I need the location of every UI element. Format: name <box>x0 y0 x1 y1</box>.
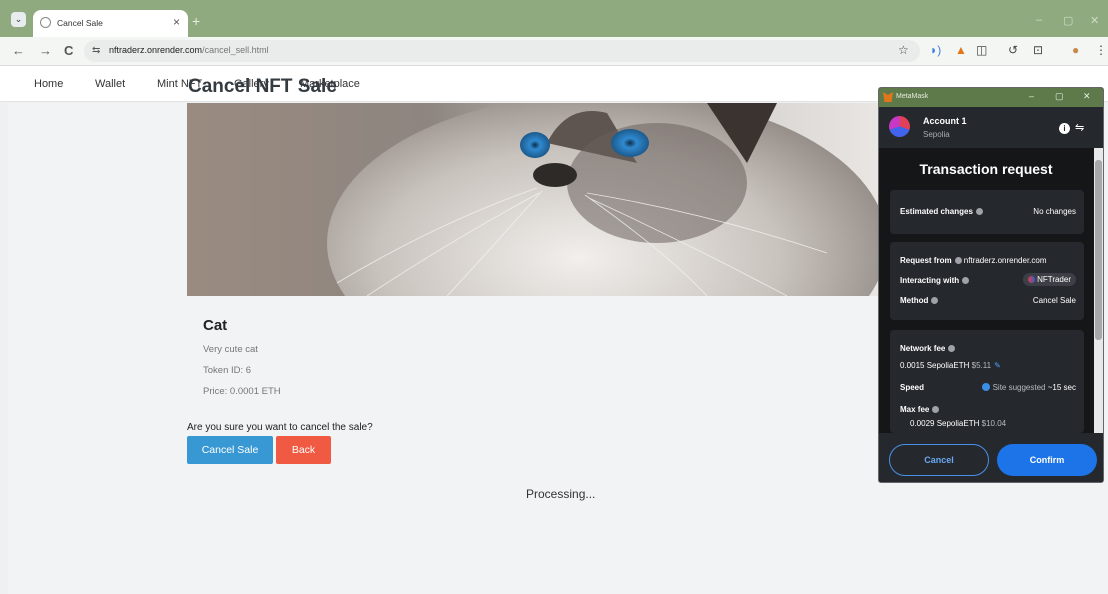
nft-price: Price: 0.0001 ETH <box>203 386 281 397</box>
audio-icon[interactable]: ◗) <box>930 43 941 57</box>
question-icon[interactable] <box>948 345 956 352</box>
profile-icon[interactable]: ● <box>1072 43 1079 57</box>
transaction-request-heading: Transaction request <box>919 161 1053 177</box>
metamask-extension-icon[interactable]: ▲ <box>955 43 967 57</box>
new-tab-icon[interactable]: + <box>192 13 200 29</box>
estimated-changes-value: No changes <box>1033 207 1076 216</box>
back-button[interactable]: Back <box>276 436 331 464</box>
nft-image <box>187 103 879 296</box>
browser-tab-cancel-sale[interactable]: Cancel Sale × <box>33 10 188 37</box>
nav-home[interactable]: Home <box>34 78 63 90</box>
network-fee-value: 0.0015 SepoliaETH $5.11 ✎ <box>900 361 1001 370</box>
processing-status: Processing... <box>526 487 596 501</box>
tab-search-dropdown-icon[interactable]: ⌄ <box>11 12 26 27</box>
url-text[interactable]: nftraderz.onrender.com/cancel_sell.html <box>109 45 269 55</box>
question-icon[interactable] <box>975 208 983 215</box>
popup-minimize-icon[interactable]: – <box>1029 91 1034 101</box>
window-minimize-icon[interactable]: – <box>1036 14 1042 26</box>
nft-description: Very cute cat <box>203 344 258 355</box>
request-details-box: Request from nftraderz.onrender.com Inte… <box>890 242 1084 320</box>
network-name: Sepolia <box>923 130 950 139</box>
speed-label: Speed <box>900 383 925 392</box>
metamask-titlebar: MetaMask – ▢ ✕ <box>879 88 1103 107</box>
omnibox[interactable]: ⇆ nftraderz.onrender.com/cancel_sell.htm… <box>84 40 920 62</box>
history-icon[interactable]: ↺ <box>1008 43 1018 57</box>
reload-icon[interactable]: C <box>64 43 73 58</box>
site-info-icon[interactable]: ⇆ <box>92 45 100 56</box>
metamask-confirm-button[interactable]: Confirm <box>997 444 1097 476</box>
account-name: Account 1 <box>923 116 967 126</box>
speed-value: Site suggested ~15 sec <box>981 383 1076 392</box>
fee-details-box: Network fee 0.0015 SepoliaETH $5.11 ✎ Spe… <box>890 330 1084 433</box>
request-from-row: Request from nftraderz.onrender.com <box>900 256 1047 265</box>
estimated-changes-label: Estimated changes <box>900 207 983 216</box>
network-fee-label: Network fee <box>900 344 956 353</box>
question-icon[interactable] <box>954 257 962 264</box>
popup-scrollbar[interactable] <box>1094 148 1103 433</box>
tab-title: Cancel Sale <box>57 18 103 28</box>
edit-fee-pencil-icon[interactable]: ✎ <box>994 361 1001 370</box>
contract-avatar-icon <box>1028 276 1036 283</box>
nft-name: Cat <box>203 317 228 334</box>
cancel-confirm-question: Are you sure you want to cancel the sale… <box>187 422 373 433</box>
advanced-settings-icon[interactable]: ⇋ <box>1075 121 1084 134</box>
metamask-footer: Cancel Confirm <box>879 433 1103 482</box>
max-fee-label: Max fee <box>900 405 940 414</box>
question-icon[interactable] <box>962 277 970 284</box>
question-icon[interactable] <box>932 406 940 413</box>
popup-restore-icon[interactable]: ▢ <box>1055 91 1064 102</box>
page-title: Cancel NFT Sale <box>188 76 337 97</box>
interacting-with-label: Interacting with <box>900 276 970 285</box>
back-arrow-icon[interactable]: ← <box>12 43 25 58</box>
contract-pill[interactable]: NFTrader <box>1023 273 1076 286</box>
metamask-fox-icon <box>883 92 893 102</box>
info-icon[interactable]: i <box>1059 123 1070 134</box>
downloads-icon[interactable]: ⊡ <box>1033 43 1043 57</box>
globe-icon <box>981 383 990 391</box>
extensions-icon[interactable]: ◫ <box>976 43 987 57</box>
cancel-sale-button[interactable]: Cancel Sale <box>187 436 273 464</box>
popup-scrollbar-thumb[interactable] <box>1095 160 1102 340</box>
browser-tab-bar: ⌄ Cancel Sale × + – ▢ ✕ <box>0 0 1108 37</box>
window-restore-icon[interactable]: ▢ <box>1063 14 1073 27</box>
forward-arrow-icon[interactable]: → <box>39 43 52 58</box>
nft-token-id: Token ID: 6 <box>203 365 252 376</box>
bookmark-star-icon[interactable]: ☆ <box>898 43 909 57</box>
question-icon[interactable] <box>931 297 939 304</box>
menu-icon[interactable]: ⋮ <box>1095 43 1107 57</box>
tab-close-icon[interactable]: × <box>173 15 180 29</box>
metamask-window-title: MetaMask <box>896 93 929 100</box>
window-close-icon[interactable]: ✕ <box>1090 14 1099 27</box>
nav-wallet[interactable]: Wallet <box>95 78 125 90</box>
method-label: Method <box>900 296 939 305</box>
metamask-cancel-button[interactable]: Cancel <box>889 444 989 476</box>
account-avatar[interactable] <box>889 116 910 137</box>
method-value: Cancel Sale <box>1032 296 1076 305</box>
metamask-popup: MetaMask – ▢ ✕ Account 1 Sepolia i ⇋ Tra… <box>878 87 1104 483</box>
tab-favicon-icon <box>40 17 51 28</box>
estimated-changes-box: Estimated changes No changes <box>890 190 1084 234</box>
browser-address-bar: ← → C ⇆ nftraderz.onrender.com/cancel_se… <box>0 37 1108 66</box>
popup-close-icon[interactable]: ✕ <box>1083 91 1091 102</box>
max-fee-value: 0.0029 SepoliaETH $10.04 <box>910 419 1007 428</box>
